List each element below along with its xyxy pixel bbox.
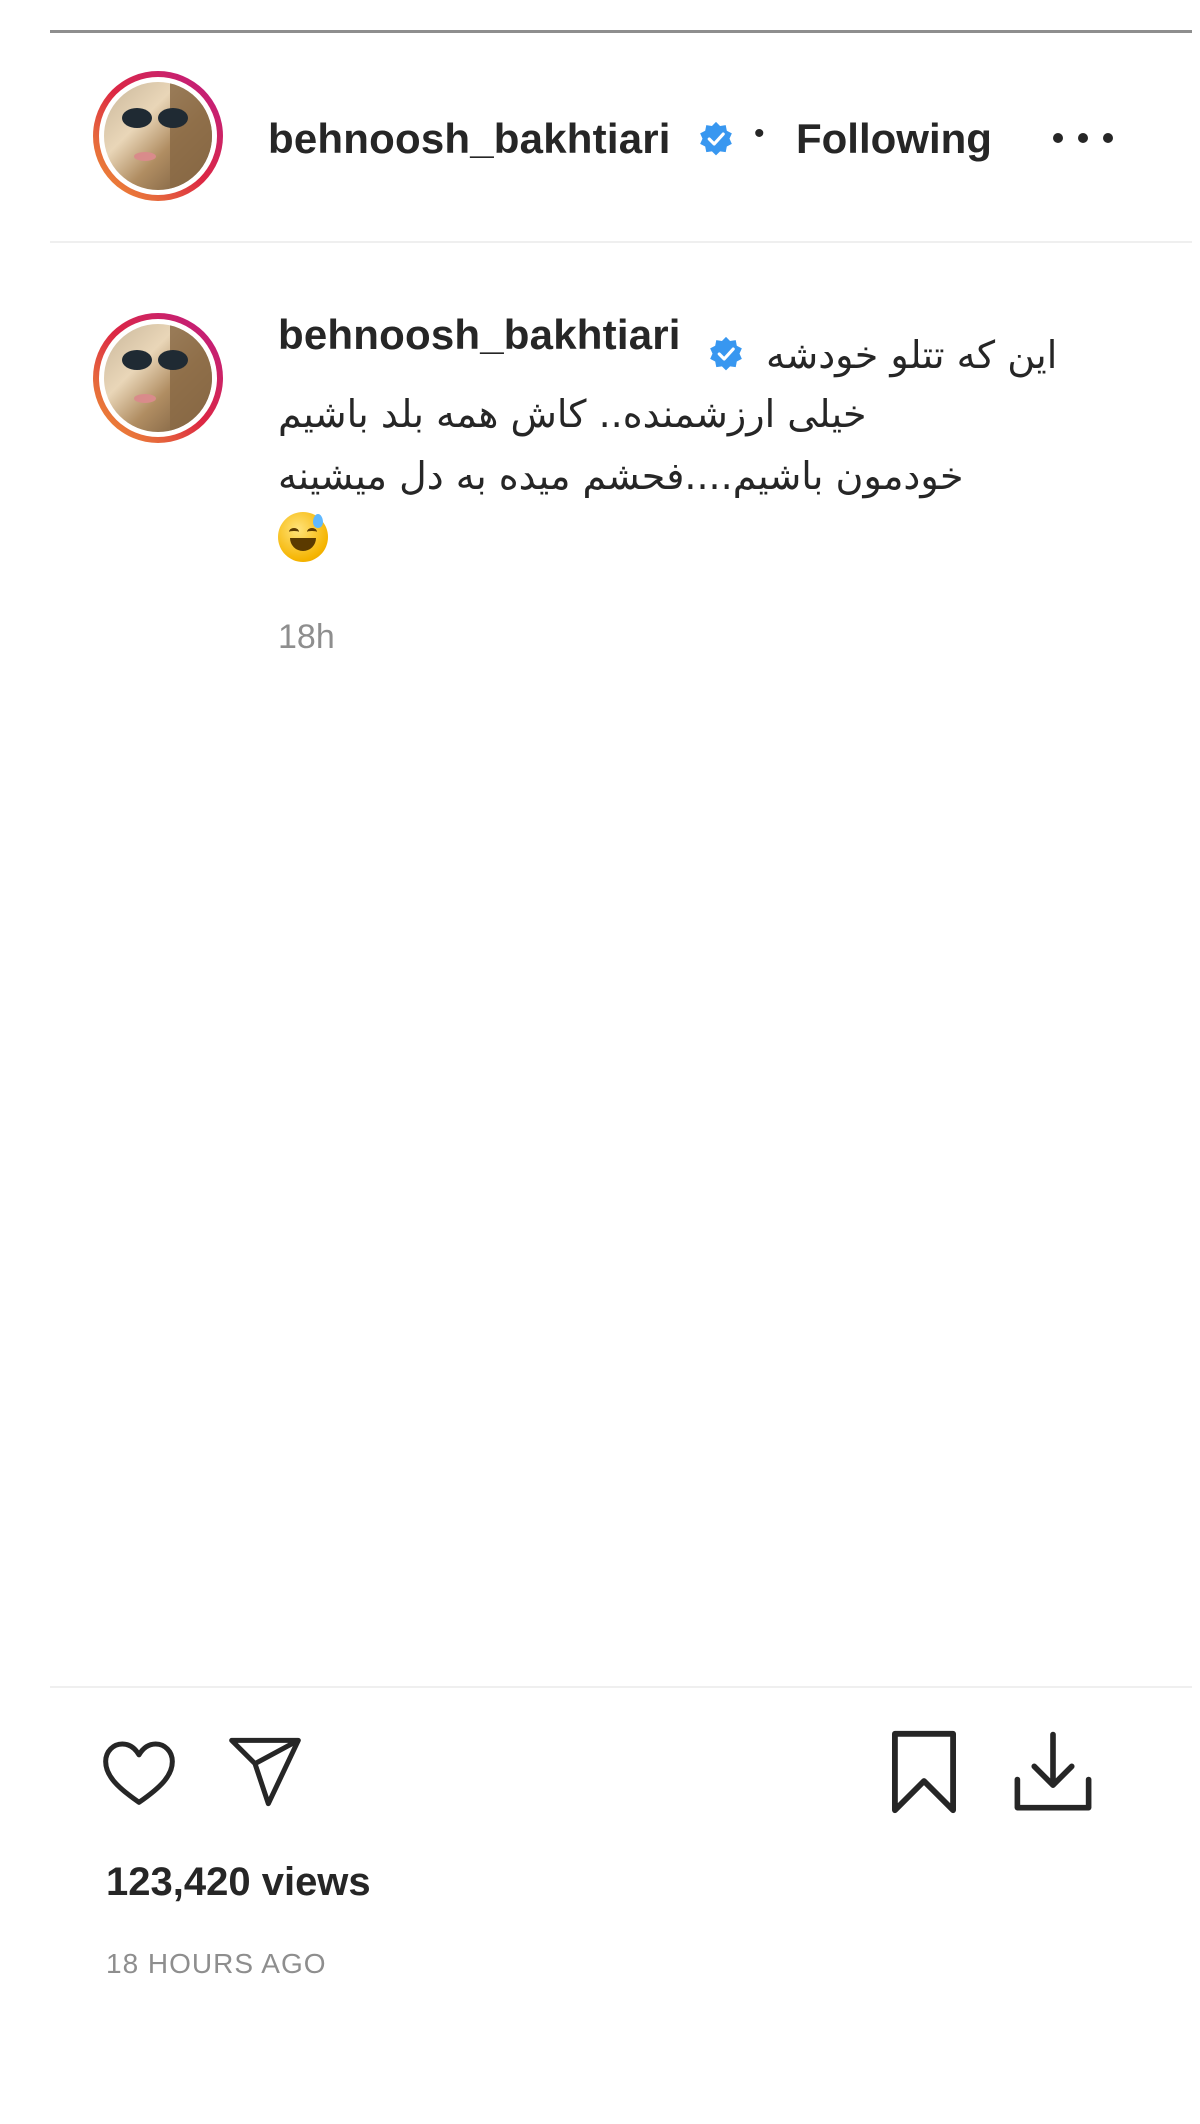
caption-line: خودمون باشیم....فحشم میده به دل میشینه: [278, 454, 964, 498]
post-date: 18 HOURS AGO: [106, 1948, 327, 1979]
caption-line: خیلی ارزشمنده.. کاش همه بلد باشیم: [278, 392, 867, 436]
download-icon[interactable]: [1008, 1727, 1098, 1817]
verified-badge-icon: [700, 121, 732, 156]
caption-avatar[interactable]: [93, 313, 223, 443]
more-options-icon[interactable]: [1053, 113, 1113, 163]
heart-icon[interactable]: [96, 1734, 182, 1814]
verified-badge-icon: [710, 336, 742, 371]
bookmark-icon[interactable]: [884, 1727, 964, 1817]
avatar[interactable]: [93, 71, 223, 201]
actions-divider: [50, 1686, 1192, 1688]
paper-plane-icon[interactable]: [222, 1732, 308, 1812]
post-panel: behnoosh_bakhtiari • Following behnoosh_…: [50, 30, 1192, 2124]
header-separator: •: [754, 117, 765, 150]
post-time[interactable]: 18h: [278, 618, 335, 657]
caption-username[interactable]: behnoosh_bakhtiari: [278, 311, 681, 359]
header-username[interactable]: behnoosh_bakhtiari: [268, 115, 671, 163]
caption-avatar-photo: [104, 324, 212, 432]
post-header: behnoosh_bakhtiari • Following: [50, 33, 1192, 243]
sweat-smile-emoji-icon: [278, 512, 328, 562]
avatar-photo: [104, 82, 212, 190]
caption-line: این که تتلو خودشه: [766, 333, 1058, 377]
following-button[interactable]: Following: [796, 115, 992, 163]
view-count[interactable]: 123,420 views: [106, 1860, 371, 1905]
